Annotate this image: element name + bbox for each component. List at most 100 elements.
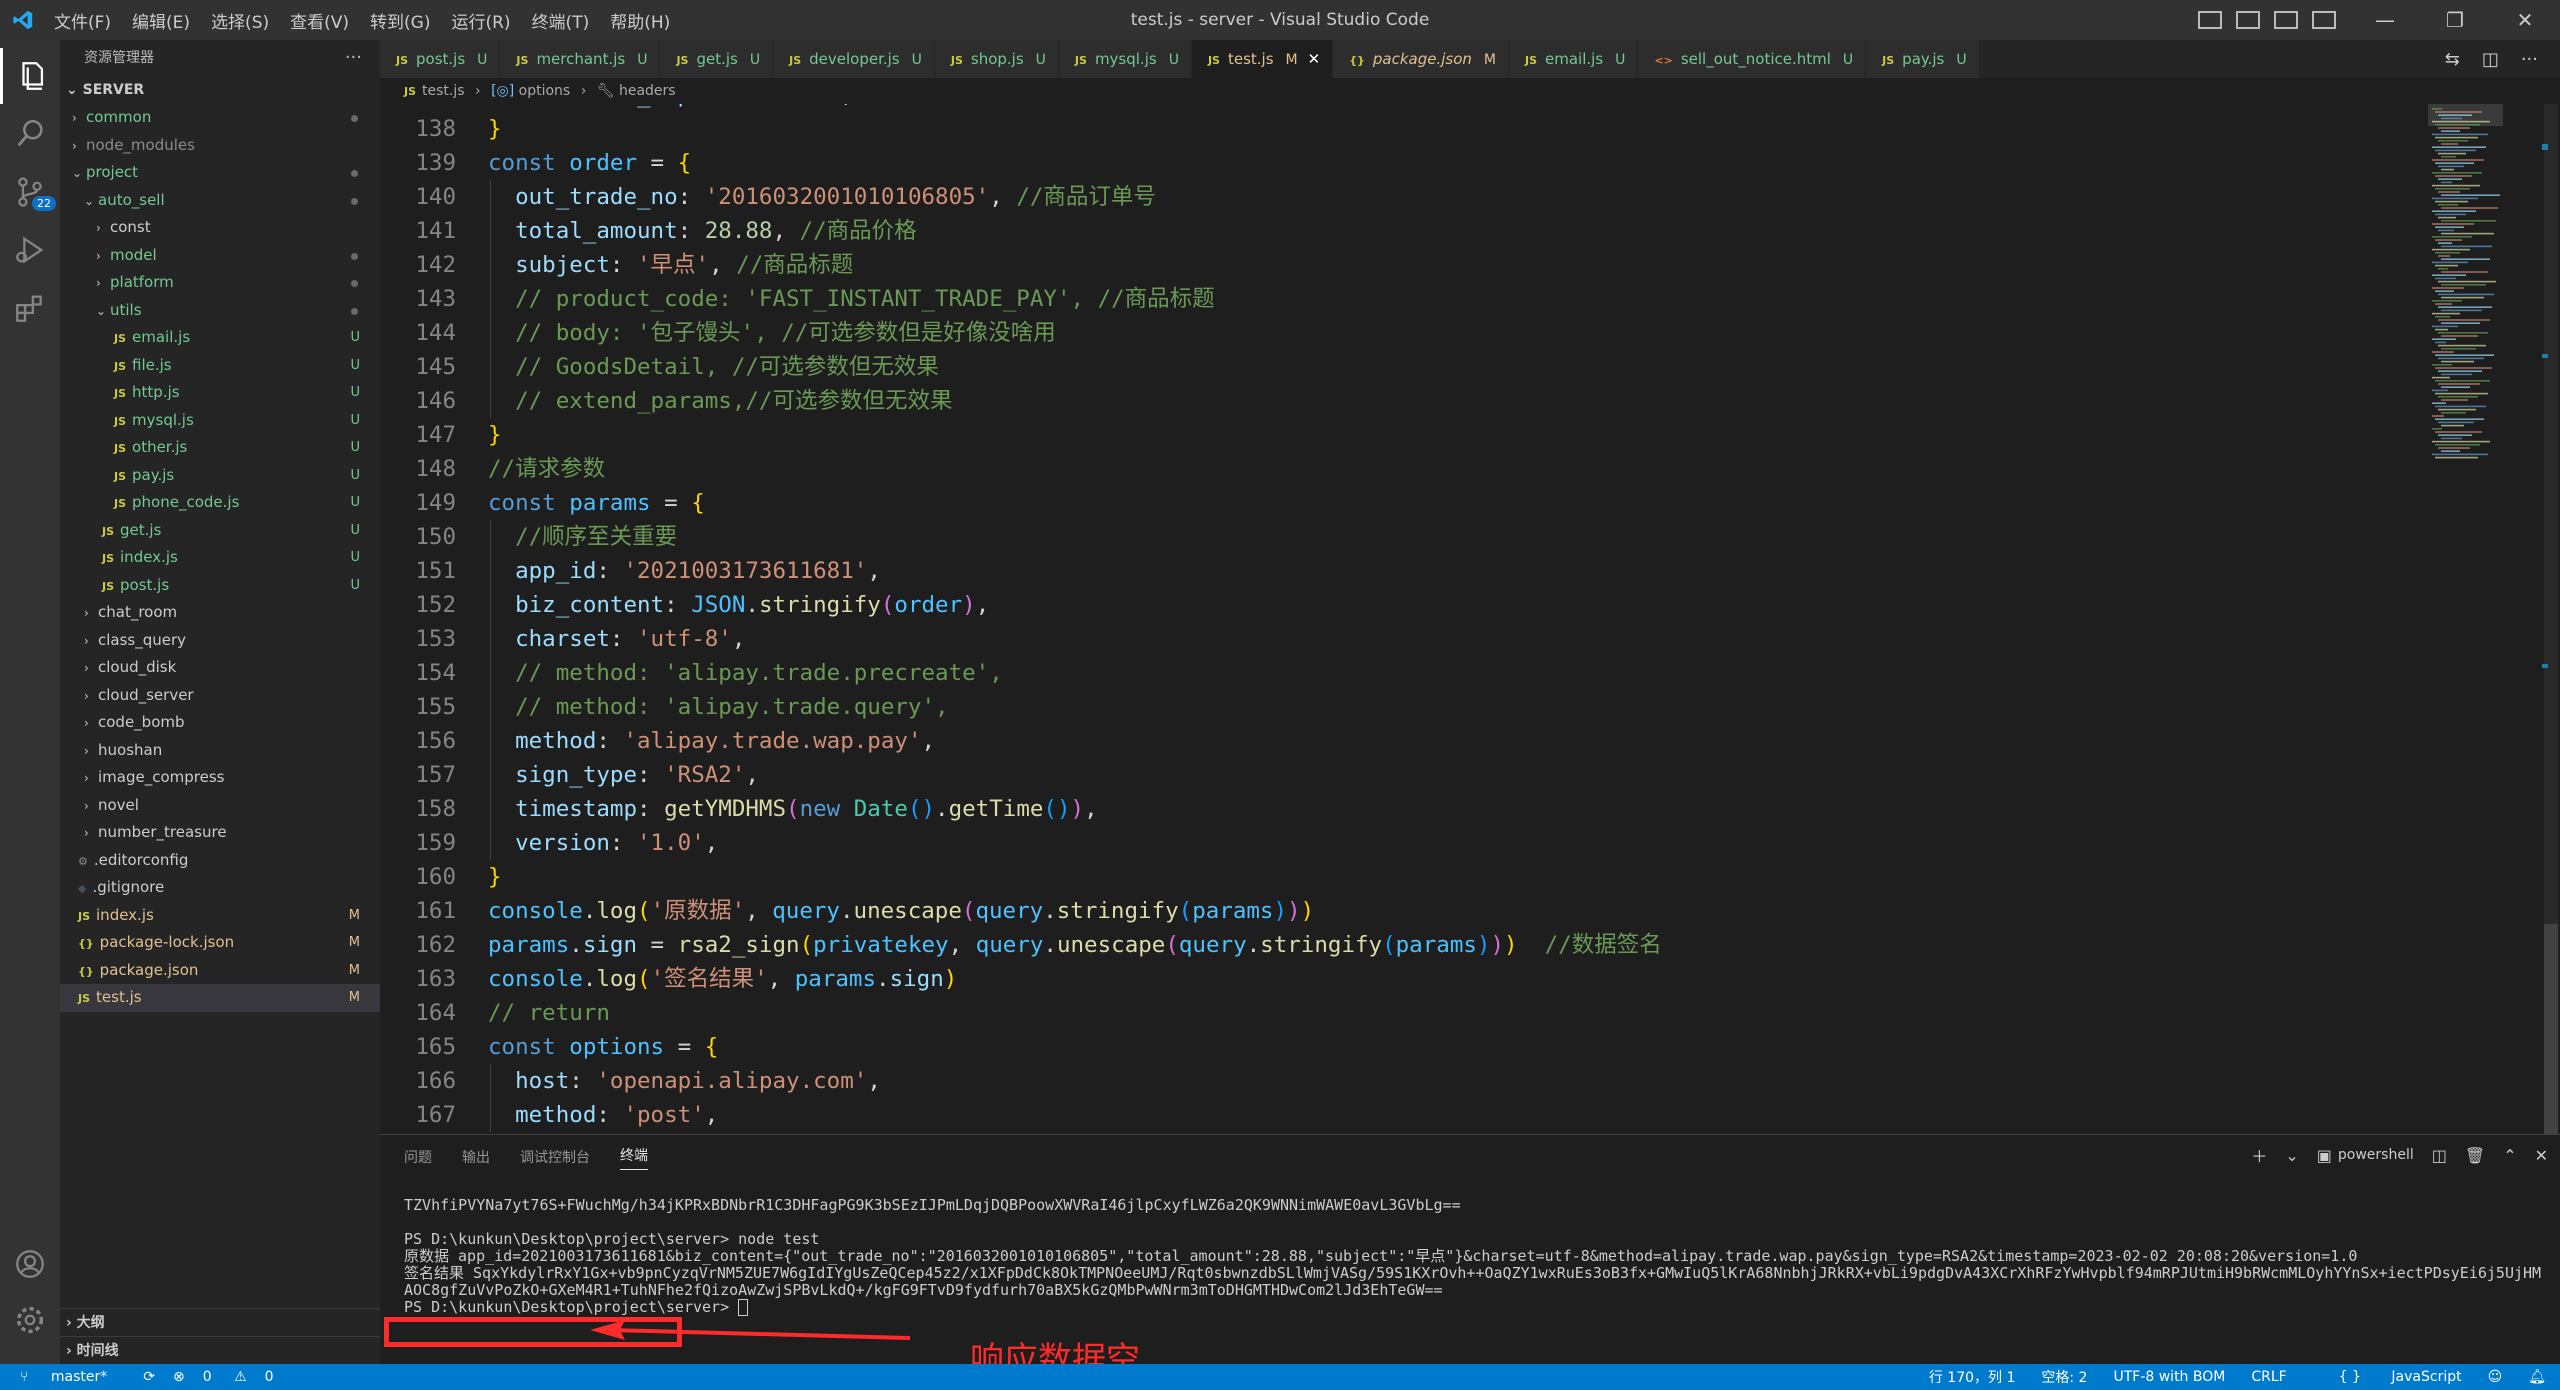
- sync-icon[interactable]: ⟳: [143, 1369, 155, 1385]
- encoding[interactable]: UTF-8 with BOM: [2113, 1369, 2225, 1385]
- menu-item[interactable]: 选择(S): [211, 8, 269, 33]
- code-editor[interactable]: 137 timeout_express: '90m',138}139const …: [380, 104, 2430, 1134]
- tree-folder[interactable]: › novel: [60, 792, 380, 820]
- tree-folder[interactable]: › platform: [60, 269, 380, 297]
- panel-tab[interactable]: 输出: [462, 1147, 490, 1167]
- more-actions-icon[interactable]: ···: [2521, 49, 2538, 70]
- editor-tab[interactable]: JS test.js M ✕: [1191, 40, 1334, 78]
- split-terminal-icon[interactable]: ◫: [2432, 1146, 2447, 1165]
- breadcrumb-symbol-headers[interactable]: headers: [619, 83, 676, 99]
- menu-item[interactable]: 帮助(H): [610, 8, 670, 33]
- toggle-panel-icon[interactable]: [2236, 11, 2260, 29]
- menu-item[interactable]: 转到(G): [370, 8, 430, 33]
- breadcrumb-symbol-options[interactable]: options: [519, 83, 571, 99]
- editor-scrollbar[interactable]: [2540, 104, 2560, 1134]
- compare-changes-icon[interactable]: ⇆: [2445, 49, 2460, 70]
- tree-file[interactable]: JS index.js U: [60, 544, 380, 572]
- outline-section[interactable]: › 大纲: [60, 1308, 380, 1336]
- chevron-down-icon[interactable]: ⌄: [2285, 1146, 2298, 1165]
- editor-tab[interactable]: JS mysql.js U: [1058, 40, 1192, 78]
- settings-gear-icon[interactable]: [0, 1292, 60, 1348]
- tree-file[interactable]: JS other.js U: [60, 434, 380, 462]
- tree-folder[interactable]: › model: [60, 242, 380, 270]
- editor-tab[interactable]: JS get.js U: [660, 40, 774, 78]
- tree-folder[interactable]: › const: [60, 214, 380, 242]
- timeline-section[interactable]: › 时间线: [60, 1336, 380, 1364]
- tree-folder[interactable]: › number_treasure: [60, 819, 380, 847]
- tree-file[interactable]: JS email.js U: [60, 324, 380, 352]
- terminal-output[interactable]: TZVhfiPVYNa7yt76S+FWuchMg/h34jKPRxBDNbrR…: [404, 1197, 2544, 1316]
- tree-file[interactable]: JS get.js U: [60, 517, 380, 545]
- tree-file[interactable]: JS http.js U: [60, 379, 380, 407]
- source-control-icon[interactable]: 22: [0, 164, 60, 220]
- tree-file[interactable]: {} package-lock.json M: [60, 929, 380, 957]
- problems-indicator[interactable]: ⊗ 0 ⚠ 0: [173, 1369, 292, 1385]
- cursor-position[interactable]: 行 170，列 1: [1929, 1367, 2016, 1387]
- feedback-icon[interactable]: ☺: [2488, 1369, 2503, 1385]
- menu-item[interactable]: 终端(T): [532, 8, 590, 33]
- menu-item[interactable]: 编辑(E): [132, 8, 190, 33]
- menu-item[interactable]: 文件(F): [54, 8, 111, 33]
- toggle-secondary-sidebar-icon[interactable]: [2274, 11, 2298, 29]
- minimap[interactable]: [2428, 104, 2538, 474]
- tree-folder[interactable]: › class_query: [60, 627, 380, 655]
- explorer-icon[interactable]: [0, 48, 60, 104]
- tree-folder[interactable]: › code_bomb: [60, 709, 380, 737]
- menu-item[interactable]: 查看(V): [290, 8, 349, 33]
- tree-file[interactable]: JS pay.js U: [60, 462, 380, 490]
- tree-file[interactable]: ⚙ .editorconfig: [60, 847, 380, 875]
- tree-file[interactable]: JS phone_code.js U: [60, 489, 380, 517]
- editor-tab[interactable]: JS email.js U: [1508, 40, 1639, 78]
- tree-folder[interactable]: › huoshan: [60, 737, 380, 765]
- indentation[interactable]: 空格: 2: [2041, 1367, 2087, 1387]
- editor-tab[interactable]: JS post.js U: [380, 40, 501, 78]
- tree-folder[interactable]: › image_compress: [60, 764, 380, 792]
- language-mode[interactable]: { } JavaScript: [2313, 1369, 2462, 1385]
- search-icon[interactable]: [0, 106, 60, 162]
- panel-tab[interactable]: 终端: [620, 1145, 648, 1170]
- editor-tab[interactable]: JS shop.js U: [934, 40, 1059, 78]
- tree-file[interactable]: {} package.json M: [60, 957, 380, 985]
- workspace-root[interactable]: ⌄ SERVER: [60, 76, 380, 104]
- tree-folder[interactable]: ⌄ utils: [60, 297, 380, 325]
- restore-button[interactable]: ❐: [2420, 8, 2490, 32]
- split-editor-icon[interactable]: ◫: [2482, 49, 2499, 70]
- close-window-button[interactable]: ✕: [2490, 8, 2560, 32]
- tree-folder[interactable]: › chat_room: [60, 599, 380, 627]
- editor-tab[interactable]: <> sell_out_notice.html U: [1638, 40, 1867, 78]
- tree-file[interactable]: JS test.js M: [60, 984, 380, 1012]
- customize-layout-icon[interactable]: [2312, 11, 2336, 29]
- tree-folder[interactable]: ⌄ auto_sell: [60, 187, 380, 215]
- editor-tab[interactable]: JS merchant.js U: [500, 40, 661, 78]
- editor-tab[interactable]: {} package.json M: [1333, 40, 1509, 78]
- tree-folder[interactable]: ⌄ project: [60, 159, 380, 187]
- tree-folder[interactable]: › cloud_server: [60, 682, 380, 710]
- end-of-line[interactable]: CRLF: [2251, 1369, 2286, 1385]
- new-terminal-icon[interactable]: ＋: [2251, 1143, 2267, 1167]
- terminal-shell-name[interactable]: powershell: [2338, 1147, 2414, 1163]
- notifications-bell-icon[interactable]: 🔔︎: [2528, 1369, 2546, 1385]
- panel-tab[interactable]: 问题: [404, 1147, 432, 1167]
- tree-file[interactable]: JS post.js U: [60, 572, 380, 600]
- tree-file[interactable]: ◆ .gitignore: [60, 874, 380, 902]
- trash-icon[interactable]: 🗑︎: [2465, 1146, 2485, 1165]
- maximize-panel-icon[interactable]: ⌃: [2503, 1146, 2516, 1165]
- tree-folder[interactable]: › cloud_disk: [60, 654, 380, 682]
- tree-file[interactable]: JS file.js U: [60, 352, 380, 380]
- menu-item[interactable]: 运行(R): [451, 8, 510, 33]
- git-branch[interactable]: ⑂ master*: [20, 1369, 125, 1385]
- extensions-icon[interactable]: [0, 280, 60, 336]
- run-debug-icon[interactable]: [0, 222, 60, 278]
- toggle-sidebar-icon[interactable]: [2198, 11, 2222, 29]
- close-panel-icon[interactable]: ✕: [2535, 1146, 2548, 1165]
- tree-file[interactable]: JS index.js M: [60, 902, 380, 930]
- panel-tab[interactable]: 调试控制台: [520, 1147, 590, 1167]
- close-icon[interactable]: ✕: [1308, 50, 1321, 68]
- breadcrumb-file[interactable]: test.js: [422, 83, 465, 99]
- tree-folder[interactable]: › common: [60, 104, 380, 132]
- tree-folder[interactable]: › node_modules: [60, 132, 380, 160]
- editor-tab[interactable]: JS developer.js U: [773, 40, 935, 78]
- account-icon[interactable]: [0, 1236, 60, 1292]
- more-actions-icon[interactable]: ···: [345, 40, 362, 76]
- minimize-button[interactable]: —: [2350, 8, 2420, 32]
